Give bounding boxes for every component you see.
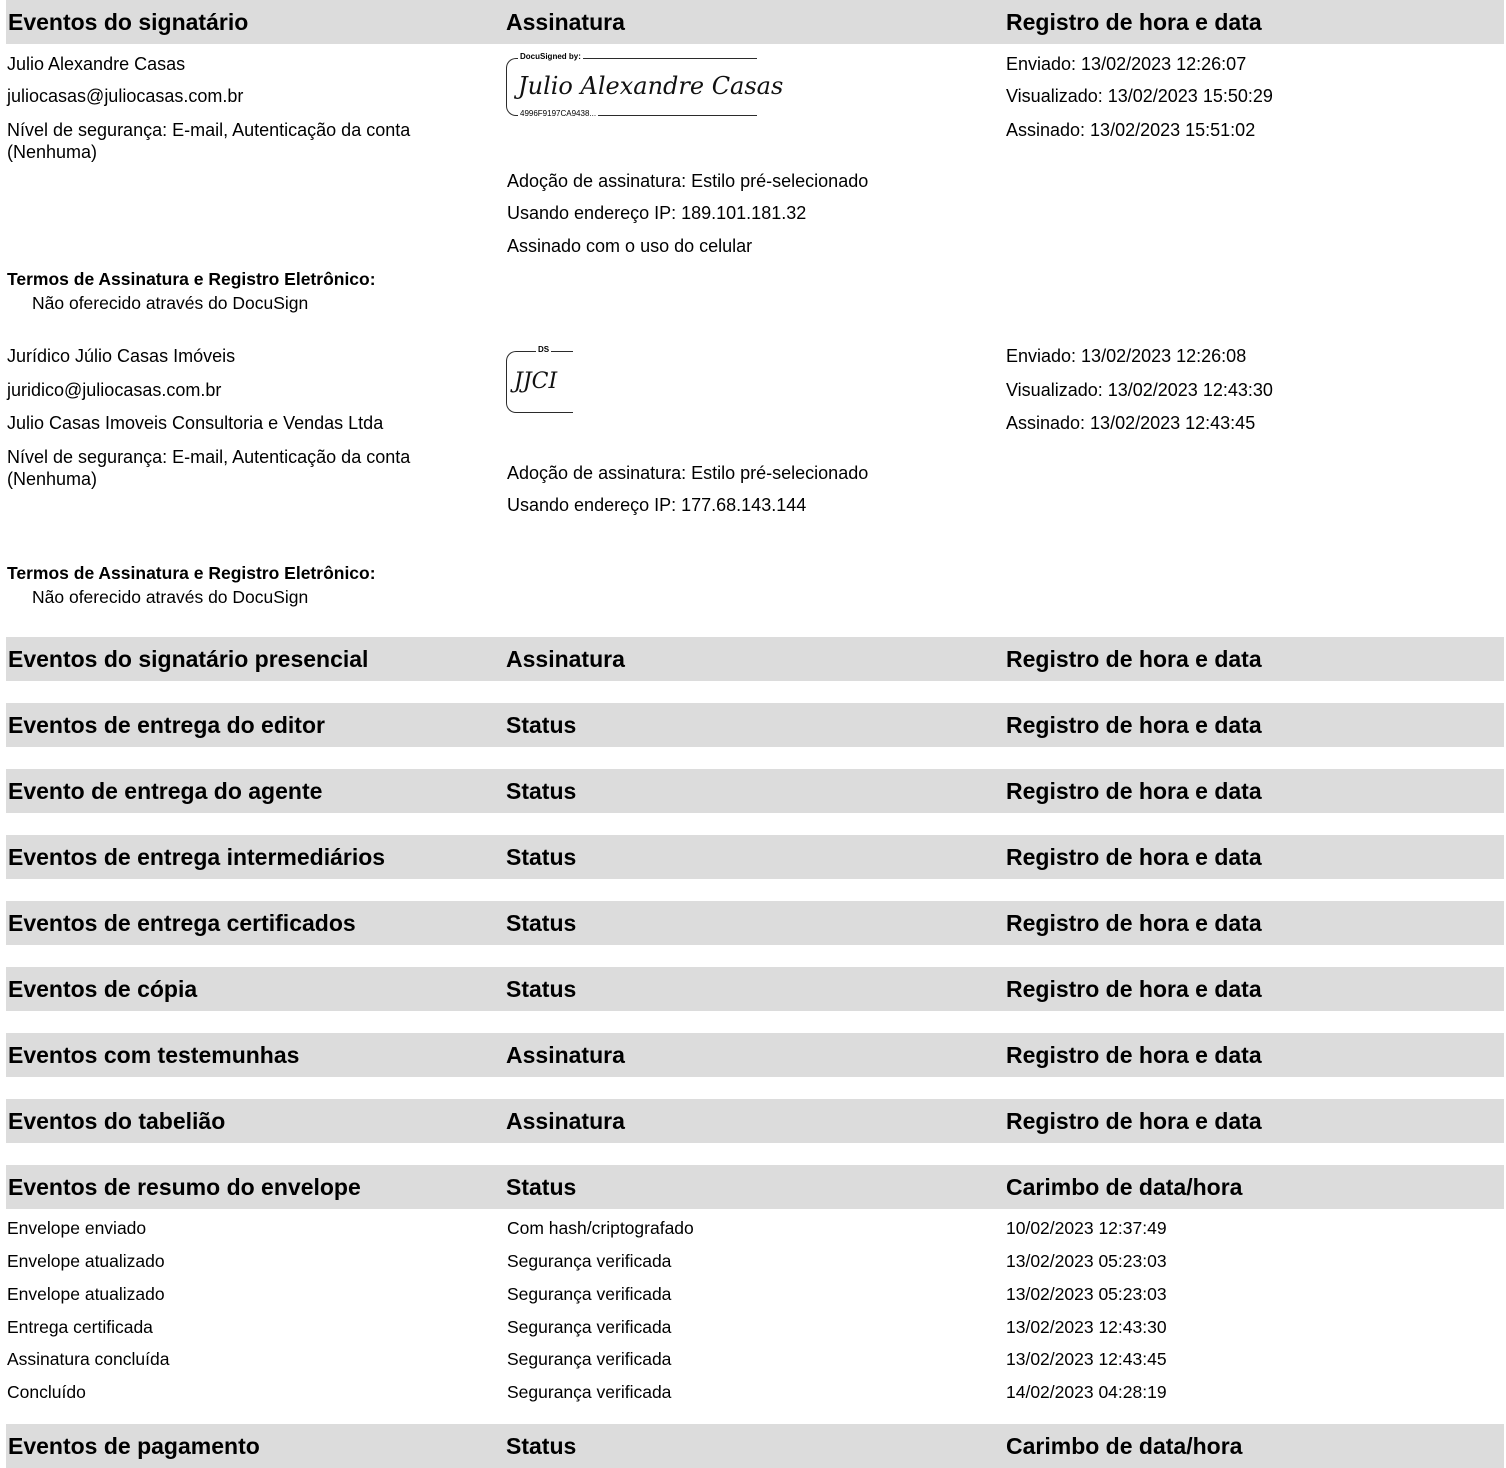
summary-row-time: 13/02/2023 05:23:03 (1006, 1284, 1167, 1304)
header-col-events: Eventos do signatário presencial (8, 646, 369, 672)
summary-row-status: Segurança verificada (507, 1382, 672, 1402)
signer2-signed: Assinado: 13/02/2023 12:43:45 (1006, 413, 1256, 433)
header-col-timestamp: Carimbo de data/hora (1006, 1174, 1243, 1200)
header-col-status: Status (506, 976, 577, 1002)
signer1-adoption: Adoção de assinatura: Estilo pré-selecio… (507, 171, 869, 191)
summary-row-status: Segurança verificada (507, 1349, 672, 1369)
header-col-events: Eventos do signatário (8, 9, 249, 35)
header-col-timestamp: Registro de hora e data (1006, 1042, 1262, 1068)
signer2-email: juridico@juliocasas.com.br (7, 380, 222, 400)
signer2-company: Julio Casas Imoveis Consultoria e Vendas… (7, 413, 384, 433)
header-col-status: Status (506, 712, 577, 738)
section-header-copy-events: Eventos de cópia Status Registro de hora… (6, 967, 1504, 1011)
header-col-signature: Assinatura (506, 9, 625, 35)
summary-row-event: Entrega certificada (7, 1317, 153, 1337)
header-col-status: Assinatura (506, 646, 625, 672)
header-col-status: Status (506, 1433, 577, 1459)
section-header-payment-events: Eventos de pagamento Status Carimbo de d… (6, 1424, 1504, 1468)
signer2-terms-label: Termos de Assinatura e Registro Eletrôni… (7, 563, 376, 583)
signer2-security-level: Nível de segurança: E-mail, Autenticação… (7, 447, 411, 489)
signer1-sent: Enviado: 13/02/2023 12:26:07 (1006, 54, 1247, 74)
header-col-events: Evento de entrega do agente (8, 778, 323, 804)
header-col-events: Eventos de resumo do envelope (8, 1174, 361, 1200)
summary-row-status: Segurança verificada (507, 1251, 672, 1271)
section-header-envelope-summary: Eventos de resumo do envelope Status Car… (6, 1165, 1504, 1209)
signer1-name: Julio Alexandre Casas (7, 54, 186, 74)
signer1-viewed: Visualizado: 13/02/2023 15:50:29 (1006, 86, 1273, 106)
section-header-in-person-signer: Eventos do signatário presencial Assinat… (6, 637, 1504, 681)
signer2-terms-value: Não oferecido através do DocuSign (32, 587, 309, 607)
header-col-events: Eventos de cópia (8, 976, 198, 1002)
signer1-email: juliocasas@juliocasas.com.br (7, 86, 244, 106)
summary-row-event: Envelope enviado (7, 1218, 147, 1238)
signer1-ip: Usando endereço IP: 189.101.181.32 (507, 203, 807, 223)
section-header-notary-events: Eventos do tabelião Assinatura Registro … (6, 1099, 1504, 1143)
signer1-signature-image: DocuSigned by: Julio Alexandre Casas 499… (506, 52, 786, 124)
signer2-adoption: Adoção de assinatura: Estilo pré-selecio… (507, 463, 869, 483)
header-col-status: Status (506, 844, 577, 870)
signer2-initials-image: DS JJCI (506, 345, 596, 421)
signer2-viewed: Visualizado: 13/02/2023 12:43:30 (1006, 380, 1273, 400)
header-col-status: Status (506, 1174, 577, 1200)
signer1-security-level: Nível de segurança: E-mail, Autenticação… (7, 120, 411, 162)
signer1-terms-value: Não oferecido através do DocuSign (32, 293, 309, 313)
header-col-status: Status (506, 910, 577, 936)
signer2-name: Jurídico Júlio Casas Imóveis (7, 346, 236, 366)
summary-row-time: 13/02/2023 05:23:03 (1006, 1251, 1167, 1271)
signer2-ip: Usando endereço IP: 177.68.143.144 (507, 495, 807, 515)
summary-row-event: Envelope atualizado (7, 1251, 165, 1271)
initials-script: JJCI (514, 369, 558, 394)
header-col-events: Eventos de pagamento (8, 1433, 260, 1459)
signer2-sent: Enviado: 13/02/2023 12:26:08 (1006, 346, 1247, 366)
header-col-timestamp: Registro de hora e data (1006, 778, 1262, 804)
summary-row-time: 10/02/2023 12:37:49 (1006, 1218, 1167, 1238)
signer1-signed: Assinado: 13/02/2023 15:51:02 (1006, 120, 1256, 140)
header-col-timestamp: Registro de hora e data (1006, 910, 1262, 936)
header-col-timestamp: Carimbo de data/hora (1006, 1433, 1243, 1459)
section-header-witness-events: Eventos com testemunhas Assinatura Regis… (6, 1033, 1504, 1077)
summary-row-time: 13/02/2023 12:43:45 (1006, 1349, 1167, 1369)
summary-row-time: 14/02/2023 04:28:19 (1006, 1382, 1167, 1402)
header-col-timestamp: Registro de hora e data (1006, 646, 1262, 672)
header-col-events: Eventos de entrega intermediários (8, 844, 386, 870)
signature-script: Julio Alexandre Casas (518, 72, 784, 100)
summary-row-status: Segurança verificada (507, 1317, 672, 1337)
summary-row-status: Com hash/criptografado (507, 1218, 694, 1238)
header-col-timestamp: Registro de hora e data (1006, 844, 1262, 870)
section-header-intermediary-delivery: Eventos de entrega intermediários Status… (6, 835, 1504, 879)
section-header-editor-delivery: Eventos de entrega do editor Status Regi… (6, 703, 1504, 747)
header-col-events: Eventos de entrega do editor (8, 712, 325, 738)
section-header-agent-delivery: Evento de entrega do agente Status Regis… (6, 769, 1504, 813)
summary-row-status: Segurança verificada (507, 1284, 672, 1304)
initials-caption: DS (536, 345, 552, 354)
header-col-timestamp: Registro de hora e data (1006, 9, 1262, 35)
signature-id: 4996F9197CA9438... (518, 109, 599, 118)
header-col-timestamp: Registro de hora e data (1006, 976, 1262, 1002)
header-col-events: Eventos de entrega certificados (8, 910, 356, 936)
section-header-signer-events: Eventos do signatário Assinatura Registr… (6, 0, 1504, 44)
header-col-status: Assinatura (506, 1042, 625, 1068)
summary-row-event: Assinatura concluída (7, 1349, 170, 1369)
header-col-timestamp: Registro de hora e data (1006, 712, 1262, 738)
header-col-timestamp: Registro de hora e data (1006, 1108, 1262, 1134)
header-col-status: Assinatura (506, 1108, 625, 1134)
signer1-terms-label: Termos de Assinatura e Registro Eletrôni… (7, 269, 376, 289)
header-col-status: Status (506, 778, 577, 804)
header-col-events: Eventos com testemunhas (8, 1042, 300, 1068)
signer1-mobile: Assinado com o uso do celular (507, 236, 753, 256)
header-col-events: Eventos do tabelião (8, 1108, 226, 1134)
summary-row-event: Envelope atualizado (7, 1284, 165, 1304)
summary-row-time: 13/02/2023 12:43:30 (1006, 1317, 1167, 1337)
summary-row-event: Concluído (7, 1382, 86, 1402)
signature-caption: DocuSigned by: (518, 52, 583, 61)
section-header-certified-delivery: Eventos de entrega certificados Status R… (6, 901, 1504, 945)
